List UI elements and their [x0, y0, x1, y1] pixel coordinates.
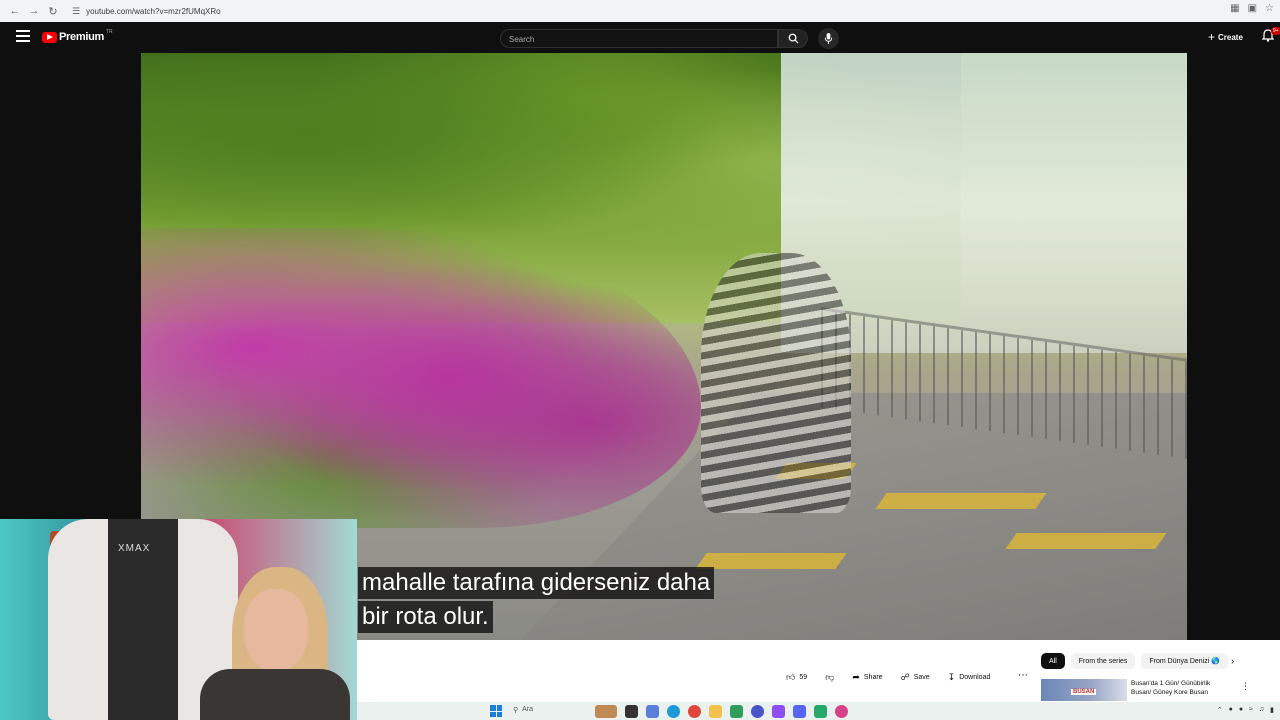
discord-icon[interactable]: [793, 705, 806, 718]
search-icon: ⚲: [513, 707, 519, 714]
chip-all[interactable]: All: [1041, 653, 1065, 669]
app-icon[interactable]: [751, 705, 764, 718]
youtube-premium-logo[interactable]: Premium TR: [42, 29, 113, 43]
address-bar[interactable]: ☰ youtube.com/watch?v=mzr2fUMqXRo: [72, 3, 1222, 19]
file-explorer-icon[interactable]: [709, 705, 722, 718]
create-label: Create: [1218, 32, 1243, 42]
thumbs-down-icon: 👎︎: [825, 671, 835, 682]
webcam-overlay: XMAX: [0, 519, 357, 720]
subtitle-line-2: bir rota olur.: [358, 601, 493, 633]
logo-region: TR: [105, 29, 113, 35]
thumbnail-label: BUSAN: [1071, 689, 1097, 695]
like-button[interactable]: 👍︎ 59: [780, 668, 813, 686]
download-icon: ↧: [947, 671, 956, 682]
back-icon[interactable]: ←: [6, 2, 24, 20]
recommended-title[interactable]: Busan'da 1 Gün/ Günübirlik Busan/ Güney …: [1131, 679, 1231, 701]
video-person: [701, 253, 851, 513]
taskbar-search[interactable]: ⚲ Ara: [513, 706, 533, 714]
share-button[interactable]: ➦ Share: [846, 668, 888, 686]
streamer-shirt: [200, 669, 350, 720]
tray-chevron-icon[interactable]: ⌃: [1217, 706, 1223, 714]
search-icon: [788, 33, 799, 44]
bookmark-icon: ☍: [900, 671, 910, 682]
bookmark-star-icon[interactable]: ☆: [1265, 3, 1274, 14]
translate-icon[interactable]: ▦: [1230, 3, 1239, 14]
download-label: Download: [959, 673, 991, 681]
create-button[interactable]: + Create: [1208, 30, 1243, 44]
browser-toolbar: ← → ↻ ☰ youtube.com/watch?v=mzr2fUMqXRo …: [0, 0, 1280, 22]
app-icon[interactable]: [835, 705, 848, 718]
twitch-icon[interactable]: [772, 705, 785, 718]
logo-text: Premium: [59, 31, 104, 43]
search-input[interactable]: Search: [500, 29, 778, 48]
road-stripe: [875, 493, 1047, 509]
chair-brand: XMAX: [118, 543, 151, 554]
app-icon[interactable]: [814, 705, 827, 718]
windows-start-icon[interactable]: [490, 705, 502, 717]
taskbar-apps: [595, 705, 848, 718]
task-view-icon[interactable]: [625, 705, 638, 718]
tray-app-icon[interactable]: ●: [1229, 706, 1233, 714]
taskbar-search-label: Ara: [522, 706, 534, 713]
widgets-icon[interactable]: [595, 705, 617, 718]
thumbs-up-icon: 👍︎: [786, 671, 796, 682]
cast-icon[interactable]: ▣: [1248, 3, 1257, 14]
windows-taskbar: ⚲ Ara ⌃ ● ● ≈ ♫ ▮: [357, 702, 1280, 720]
menu-icon[interactable]: [16, 30, 30, 44]
chip-from-series[interactable]: From the series: [1070, 653, 1136, 669]
wifi-icon[interactable]: ≈: [1249, 706, 1253, 714]
voice-search-button[interactable]: [818, 28, 839, 49]
youtube-play-logo-icon: [42, 31, 57, 43]
volume-icon[interactable]: ♫: [1259, 706, 1264, 714]
subtitles: mahalle tarafına giderseniz daha bir rot…: [358, 567, 715, 633]
tray-app-icon[interactable]: ●: [1239, 706, 1243, 714]
battery-icon[interactable]: ▮: [1270, 706, 1274, 714]
search-button[interactable]: [778, 29, 808, 48]
road-stripe: [695, 553, 847, 569]
recommended-thumbnail[interactable]: BUSAN: [1041, 679, 1127, 701]
notification-badge: 9+: [1271, 27, 1280, 35]
plus-icon: +: [1208, 30, 1216, 44]
app-icon[interactable]: [730, 705, 743, 718]
share-label: Share: [863, 673, 883, 681]
streamer-face: [244, 589, 308, 671]
system-tray: ⌃ ● ● ≈ ♫ ▮: [1217, 706, 1274, 714]
recommended-video[interactable]: BUSAN Busan'da 1 Gün/ Günübirlik Busan/ …: [1041, 679, 1231, 701]
site-info-icon[interactable]: ☰: [72, 6, 80, 17]
microphone-icon: [824, 33, 833, 44]
reload-icon[interactable]: ↻: [44, 2, 62, 20]
recommendation-chips: All From the series From Dünya Denizi 🌎: [1041, 653, 1228, 669]
like-count: 59: [799, 673, 808, 681]
url-text: youtube.com/watch?v=mzr2fUMqXRo: [86, 6, 221, 16]
more-actions-icon[interactable]: ⋯: [1016, 670, 1030, 684]
recommendation-more-icon[interactable]: ⋮: [1241, 681, 1250, 692]
notifications-button[interactable]: 9+: [1261, 27, 1280, 47]
save-button[interactable]: ☍ Save: [895, 668, 936, 686]
chrome-icon[interactable]: [688, 705, 701, 718]
forward-icon[interactable]: →: [25, 2, 43, 20]
chip-from-channel[interactable]: From Dünya Denizi 🌎: [1141, 653, 1228, 669]
youtube-header: Premium TR Search + Create 9+: [0, 22, 1280, 53]
edge-icon[interactable]: [667, 705, 680, 718]
app-icon[interactable]: [646, 705, 659, 718]
save-label: Save: [913, 673, 930, 681]
subtitle-line-1: mahalle tarafına giderseniz daha: [358, 567, 715, 599]
share-icon: ➦: [852, 671, 860, 682]
chevron-right-icon[interactable]: ›: [1231, 656, 1234, 667]
dislike-button[interactable]: 👎︎: [819, 668, 840, 686]
video-actions: 👍︎ 59 👎︎ ➦ Share ☍ Save ↧ Download: [780, 668, 996, 686]
download-button[interactable]: ↧ Download: [942, 668, 997, 686]
road-stripe: [1005, 533, 1167, 549]
